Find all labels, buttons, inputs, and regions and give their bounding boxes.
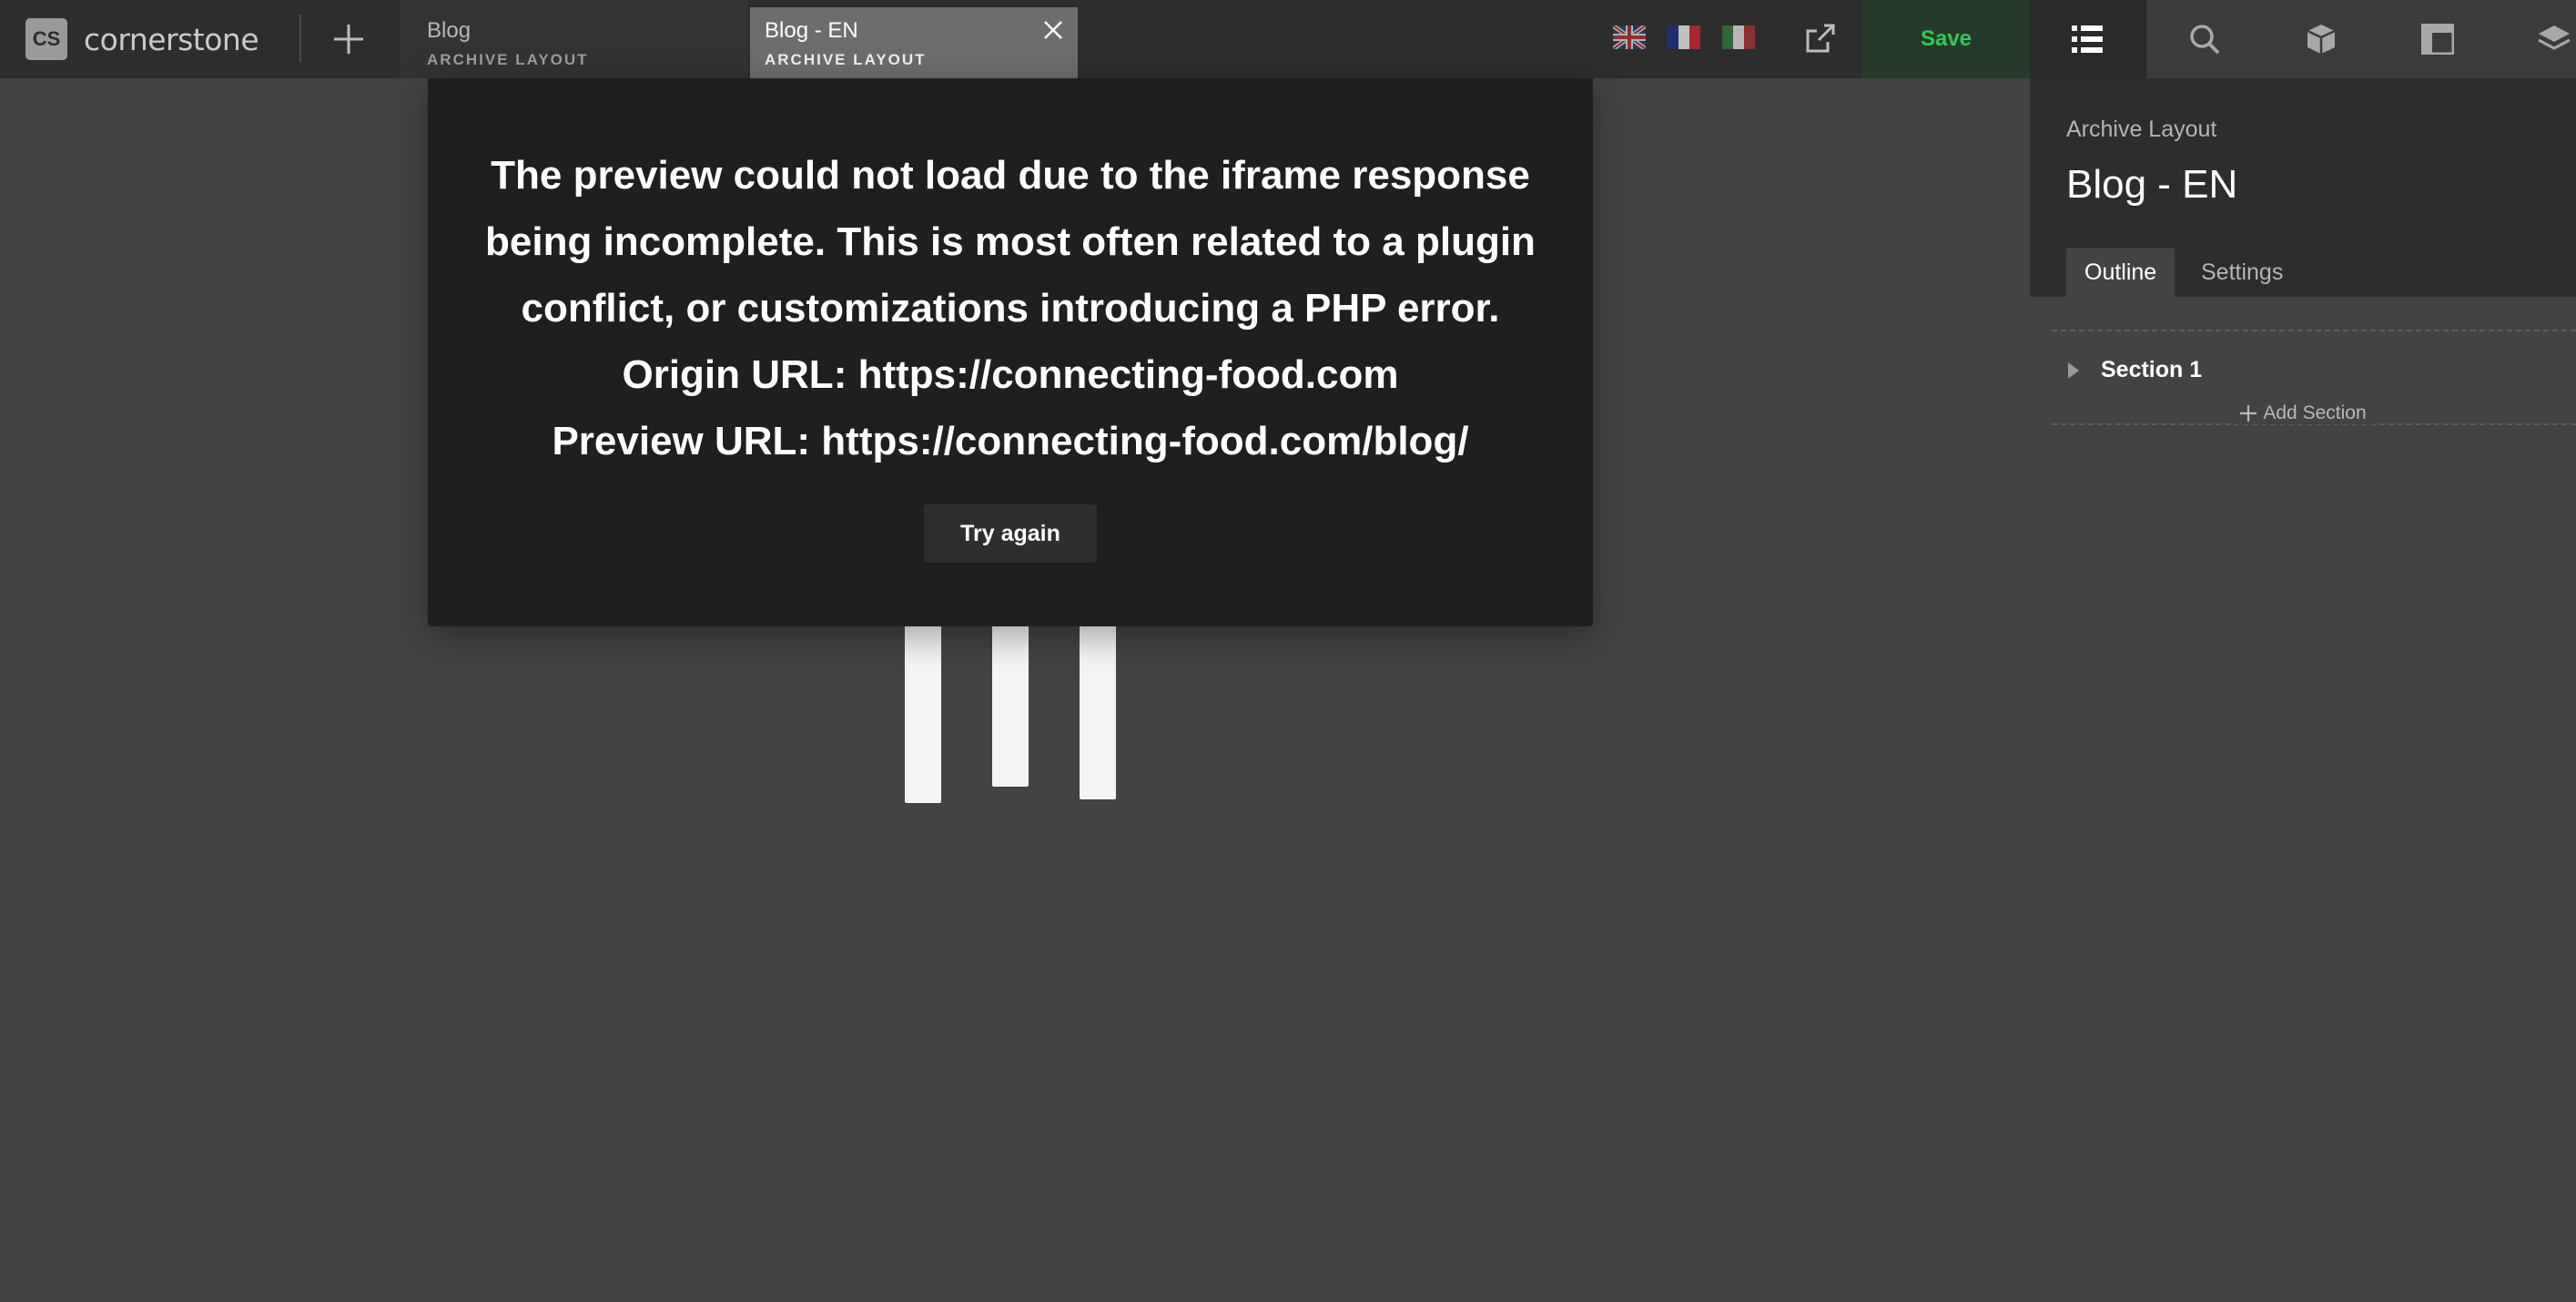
tab-blog-en[interactable]: Blog - EN ARCHIVE LAYOUT [750,7,1078,78]
loading-bar [905,626,941,803]
layout-icon[interactable] [2379,0,2496,78]
layers-icon[interactable] [2496,0,2576,78]
origin-url: Origin URL: https://connecting-food.com [622,352,1399,397]
caret-right-icon[interactable] [2066,361,2081,380]
outline-panel: Archive Layout Blog - EN Outline Setting… [2030,78,2576,1302]
outline-list-icon[interactable] [2030,0,2146,78]
en-flag-icon[interactable] [1613,25,1646,49]
tab-title: Blog - EN [765,18,858,43]
preview-url: Preview URL: https://connecting-food.com… [552,419,1469,463]
tab-outline[interactable]: Outline [2066,248,2175,297]
fr-flag-icon[interactable] [1668,25,1700,49]
add-section-row: Add Section [2030,402,2576,424]
logo-badge: CS [25,18,67,60]
external-link-icon[interactable] [1802,20,1839,56]
cornerstone-logo[interactable]: CS cornerstone [25,18,259,60]
section-label: Section 1 [2101,357,2203,382]
outline-item-section[interactable]: Section 1 [2066,357,2202,383]
error-line: being incomplete. This is most often rel… [485,219,1536,264]
close-icon[interactable] [1041,18,1065,42]
tab-subtitle: ARCHIVE LAYOUT [765,51,927,68]
try-again-button[interactable]: Try again [924,504,1097,563]
panel-switcher [2030,0,2576,78]
element-cube-icon[interactable] [2263,0,2379,78]
error-line: conflict, or customizations introducing … [521,286,1500,331]
preview-error-dialog: The preview could not load due to the if… [428,78,1593,626]
divider [2052,330,2576,331]
panel-kicker: Archive Layout [2066,117,2217,142]
add-button[interactable] [326,16,371,62]
error-message: The preview could not load due to the if… [464,142,1557,474]
add-section-label: Add Section [2263,402,2367,423]
plus-icon [2240,405,2257,422]
search-icon[interactable] [2146,0,2263,78]
panel-header: Archive Layout Blog - EN Outline Setting… [2030,78,2576,297]
tab-settings[interactable]: Settings [2183,248,2301,297]
tab-blog[interactable]: Blog ARCHIVE LAYOUT [400,0,748,78]
language-switcher [1613,25,1755,49]
tab-subtitle: ARCHIVE LAYOUT [427,51,589,68]
add-section-button[interactable]: Add Section [2230,402,2376,424]
logo-text: cornerstone [84,21,259,57]
error-line: The preview could not load due to the if… [491,153,1530,198]
panel-title: Blog - EN [2066,162,2238,207]
tab-title: Blog [427,18,472,43]
save-button[interactable]: Save [1862,0,2030,78]
loading-bar [1080,626,1116,799]
divider [299,15,301,62]
top-bar: CS cornerstone Blog ARCHIVE LAYOUT Blog … [0,0,2576,78]
it-flag-icon[interactable] [1722,25,1755,49]
plus-icon [334,25,363,54]
loading-bar [992,626,1029,787]
